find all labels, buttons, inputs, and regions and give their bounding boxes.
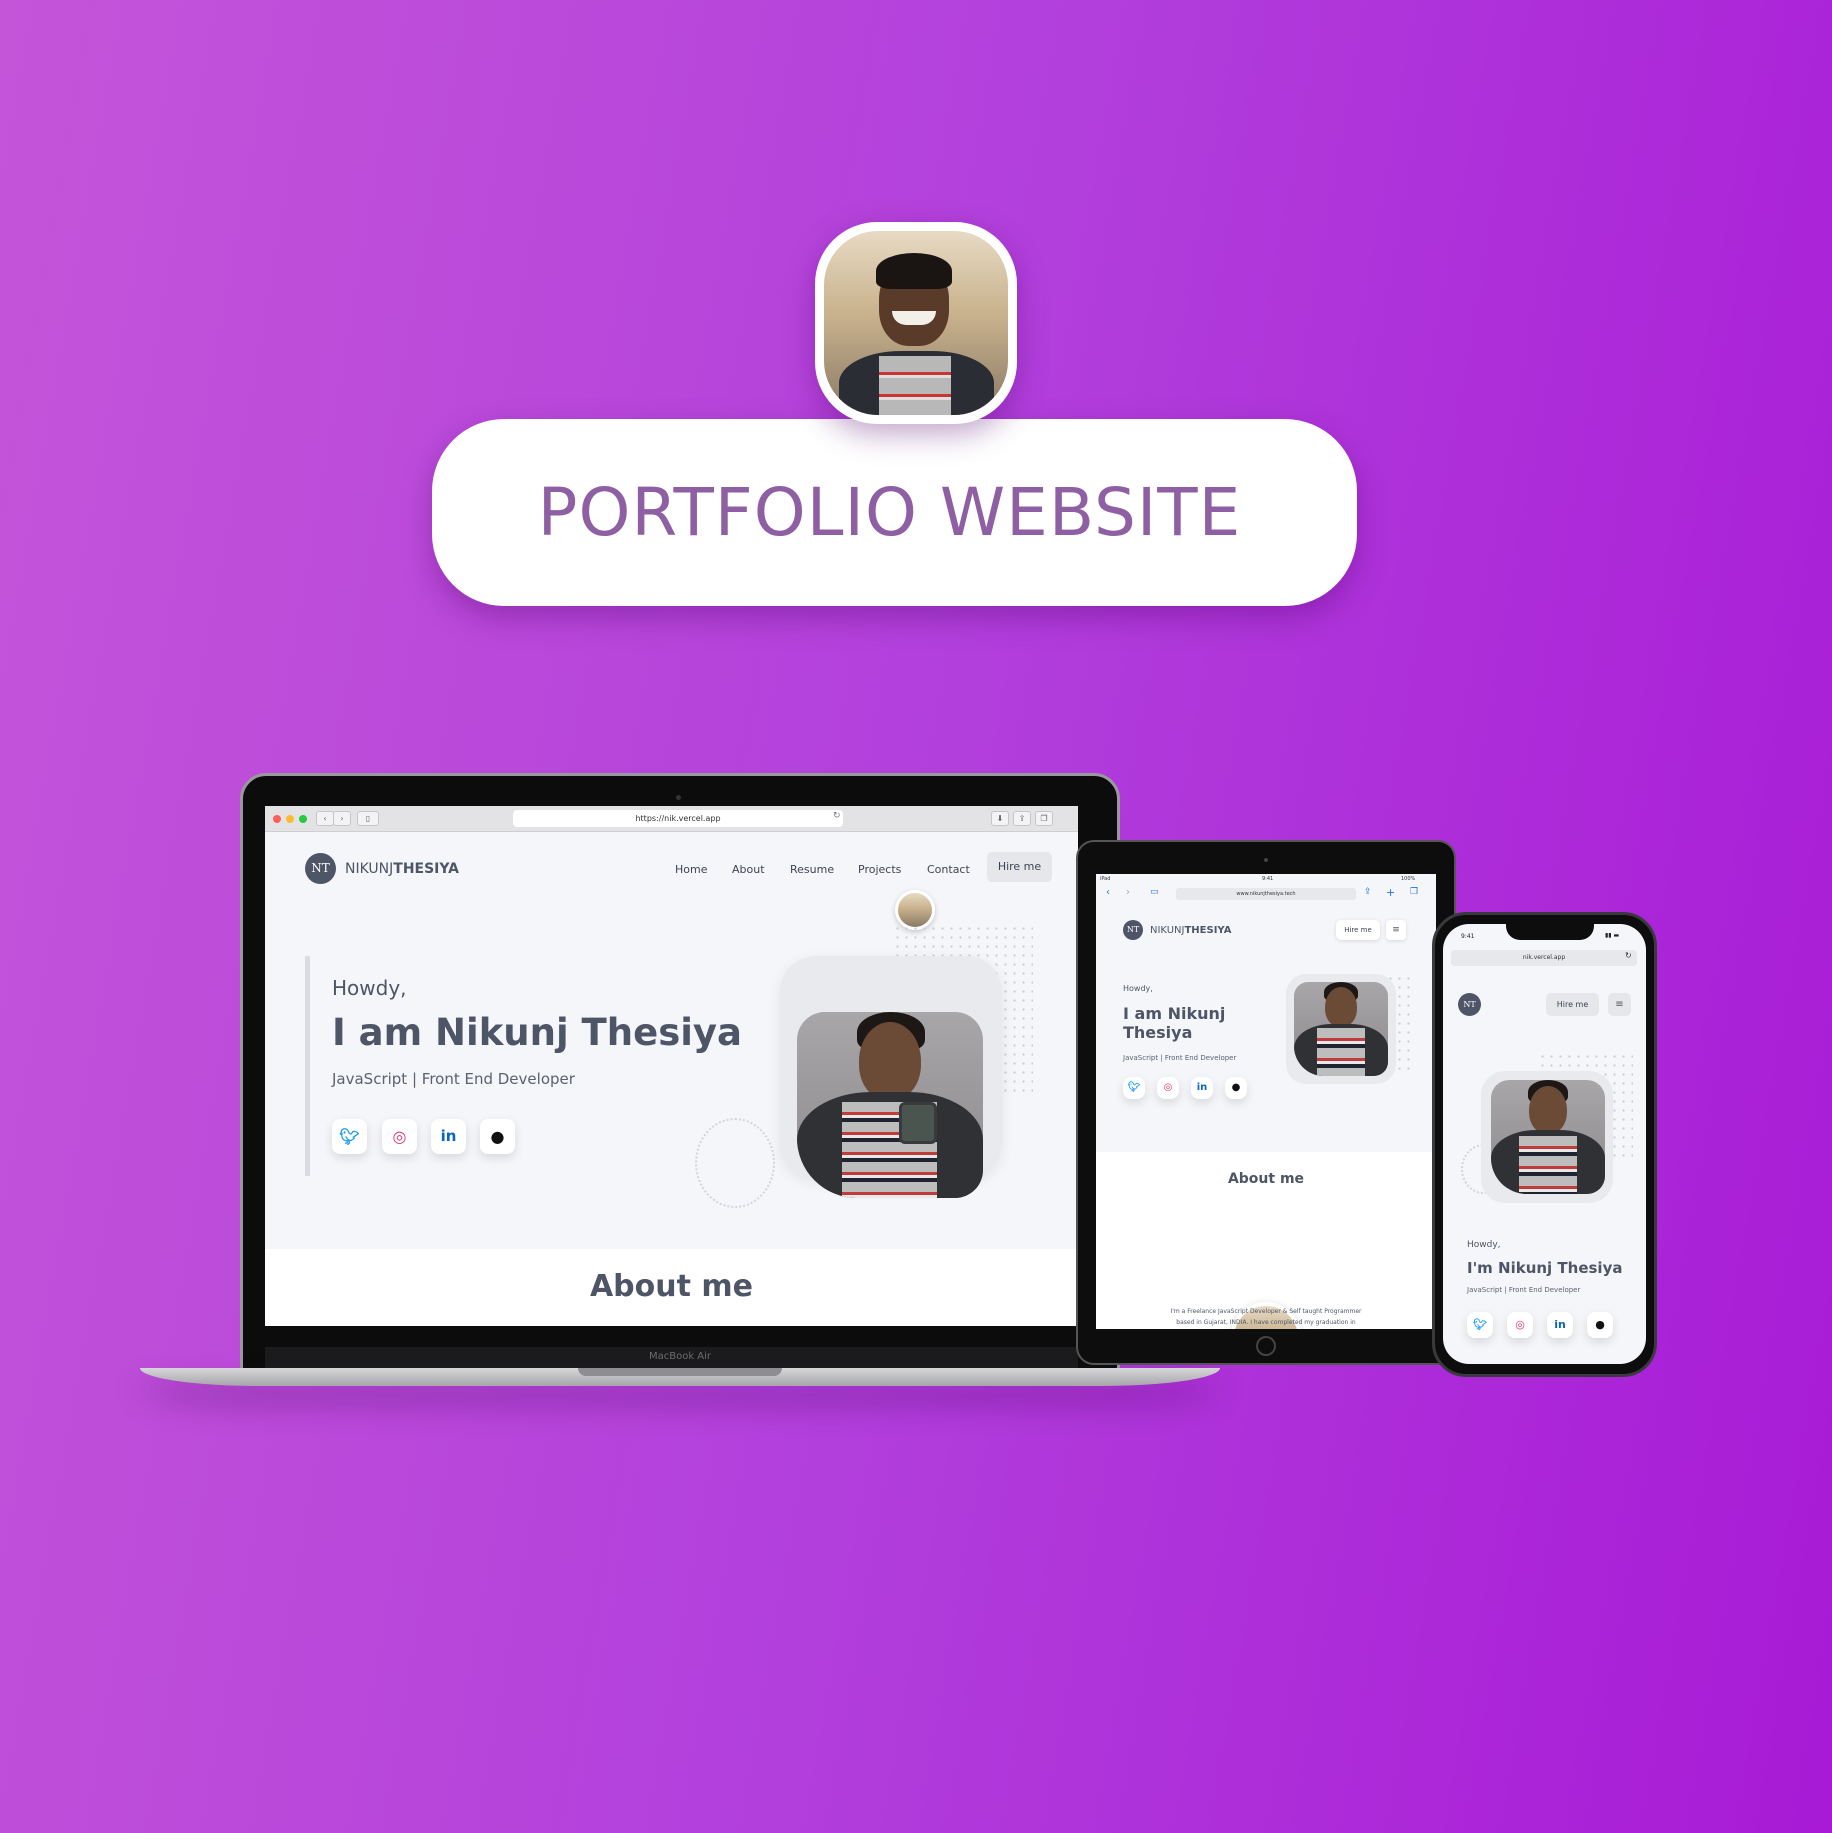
- browser-toolbar: ‹ › ▯ https://nik.vercel.app ↻ ⬇ ⇪ ❐: [265, 806, 1078, 832]
- logo-monogram: NT: [311, 861, 330, 875]
- forward-icon[interactable]: ›: [333, 811, 351, 826]
- about-text: I'm a Freelance JavaScript Developer & S…: [1136, 1306, 1396, 1328]
- logo-monogram: NT: [1126, 925, 1140, 934]
- nav-contact[interactable]: Contact: [927, 863, 970, 876]
- tablet-status-left: iPad: [1100, 876, 1111, 882]
- url-text: nik.vercel.app: [1522, 954, 1566, 961]
- nav-resume[interactable]: Resume: [790, 863, 834, 876]
- camera-dot: [676, 795, 681, 800]
- twitter-icon[interactable]: 🐦︎: [1123, 1077, 1145, 1099]
- share-icon[interactable]: ⇪: [1364, 887, 1372, 897]
- minimize-dot[interactable]: [286, 815, 294, 823]
- github-icon[interactable]: ●: [1225, 1077, 1247, 1099]
- close-dot[interactable]: [273, 815, 281, 823]
- brand-first: NIKUNJ: [1150, 925, 1185, 936]
- logo-icon[interactable]: NT: [305, 853, 336, 884]
- linkedin-icon[interactable]: in: [1191, 1077, 1213, 1099]
- brand-name[interactable]: NIKUNJTHESIYA: [345, 861, 459, 877]
- nav-projects[interactable]: Projects: [858, 863, 901, 876]
- phone-notch: [1506, 918, 1594, 940]
- phone-screen: 9:41 ▮▮ ▬ nik.vercel.app ↻ NT Hire me ≡ …: [1443, 924, 1646, 1364]
- laptop-notch: [578, 1368, 782, 1376]
- menu-icon[interactable]: ≡: [1386, 920, 1406, 940]
- sidebar-icon[interactable]: ▯: [357, 811, 379, 826]
- nav-about[interactable]: About: [732, 863, 765, 876]
- new-tab-icon[interactable]: +: [1386, 886, 1395, 899]
- laptop-screen: ‹ › ▯ https://nik.vercel.app ↻ ⬇ ⇪ ❐ NT …: [265, 806, 1078, 1326]
- url-text: www.nikunjthesiya.tech: [1236, 891, 1296, 897]
- hero-headline: I'm Nikunj Thesiya: [1467, 1259, 1623, 1277]
- twitter-icon[interactable]: 🐦︎: [332, 1119, 367, 1154]
- tabs-icon[interactable]: ❐: [1410, 887, 1418, 897]
- brand-last: THESIYA: [393, 861, 460, 877]
- tablet-camera: [1264, 858, 1268, 862]
- signal-icon: ▮▮ ▬: [1605, 932, 1620, 939]
- about-heading: About me: [589, 1269, 754, 1304]
- hero-subtitle: JavaScript | Front End Developer: [332, 1070, 575, 1088]
- greeting: Howdy,: [1123, 984, 1153, 993]
- about-heading: About me: [1227, 1171, 1305, 1187]
- greeting: Howdy,: [332, 976, 407, 1000]
- home-button[interactable]: [1256, 1336, 1276, 1356]
- tabs-icon[interactable]: ❐: [1035, 811, 1053, 826]
- github-icon[interactable]: ●: [1587, 1312, 1613, 1338]
- url-bar[interactable]: https://nik.vercel.app: [513, 810, 843, 827]
- github-icon[interactable]: ●: [480, 1119, 515, 1154]
- twitter-icon[interactable]: 🐦︎: [1467, 1312, 1493, 1338]
- headline-line-1: I am Nikunj: [1123, 1004, 1226, 1023]
- hero-subtitle: JavaScript | Front End Developer: [1467, 1286, 1581, 1294]
- hire-me-button[interactable]: Hire me: [1546, 993, 1599, 1016]
- hero-subtitle: JavaScript | Front End Developer: [1123, 1054, 1237, 1062]
- doodle-shape: [695, 1118, 775, 1208]
- hero-photo: [797, 1012, 983, 1198]
- forward-icon[interactable]: ›: [1126, 887, 1130, 898]
- instagram-icon[interactable]: ◎: [382, 1119, 417, 1154]
- brand-last: THESIYA: [1184, 925, 1232, 936]
- about-text-line-1: I'm a Freelance JavaScript Developer & S…: [1170, 1308, 1362, 1315]
- instagram-icon[interactable]: ◎: [1507, 1312, 1533, 1338]
- avatar-photo: [824, 231, 1008, 415]
- page-title: PORTFOLIO WEBSITE: [537, 474, 1242, 551]
- tablet-status-time: 9:41: [1262, 876, 1274, 882]
- linkedin-icon[interactable]: in: [1547, 1312, 1573, 1338]
- logo-icon[interactable]: NT: [1123, 920, 1143, 940]
- brand-first: NIKUNJ: [345, 861, 394, 877]
- reload-icon[interactable]: ↻: [833, 811, 841, 821]
- linkedin-icon[interactable]: in: [431, 1119, 466, 1154]
- share-icon[interactable]: ⇪: [1013, 811, 1031, 826]
- tablet-screen: iPad 9:41 100% ‹ › ▭ www.nikunjthesiya.t…: [1096, 874, 1436, 1329]
- bookmarks-icon[interactable]: ▭: [1150, 887, 1159, 897]
- hire-me-button[interactable]: Hire me: [987, 852, 1052, 882]
- url-bar[interactable]: nik.vercel.app: [1451, 950, 1637, 966]
- hero-photo: [1491, 1080, 1605, 1194]
- reload-icon[interactable]: ↻: [1625, 951, 1632, 960]
- tablet-status-right: 100%: [1401, 876, 1416, 882]
- headline-line-2: Thesiya: [1123, 1023, 1193, 1042]
- nav-home[interactable]: Home: [675, 863, 707, 876]
- profile-avatar: [815, 222, 1017, 424]
- hire-me-button[interactable]: Hire me: [1336, 920, 1380, 940]
- download-icon[interactable]: ⬇: [991, 811, 1009, 826]
- title-banner: PORTFOLIO WEBSITE: [432, 419, 1357, 606]
- url-text: https://nik.vercel.app: [635, 814, 721, 823]
- hero-headline: I am Nikunj Thesiya: [1123, 1004, 1225, 1042]
- logo-monogram: NT: [1463, 1000, 1476, 1009]
- accent-bar: [305, 956, 310, 1176]
- phone-status-time: 9:41: [1461, 933, 1475, 940]
- menu-icon[interactable]: ≡: [1608, 993, 1631, 1016]
- logo-icon[interactable]: NT: [1458, 993, 1481, 1016]
- greeting: Howdy,: [1467, 1240, 1501, 1250]
- instagram-icon[interactable]: ◎: [1157, 1077, 1179, 1099]
- brand-name[interactable]: NIKUNJTHESIYA: [1150, 925, 1231, 936]
- url-bar[interactable]: www.nikunjthesiya.tech: [1176, 888, 1356, 900]
- maximize-dot[interactable]: [299, 815, 307, 823]
- back-icon[interactable]: ‹: [1106, 887, 1110, 898]
- hero-photo: [1294, 982, 1388, 1076]
- hero-headline: I am Nikunj Thesiya: [332, 1011, 743, 1054]
- back-icon[interactable]: ‹: [316, 811, 334, 826]
- about-text-line-2: based in Gujarat, INDIA. I have complete…: [1176, 1319, 1356, 1326]
